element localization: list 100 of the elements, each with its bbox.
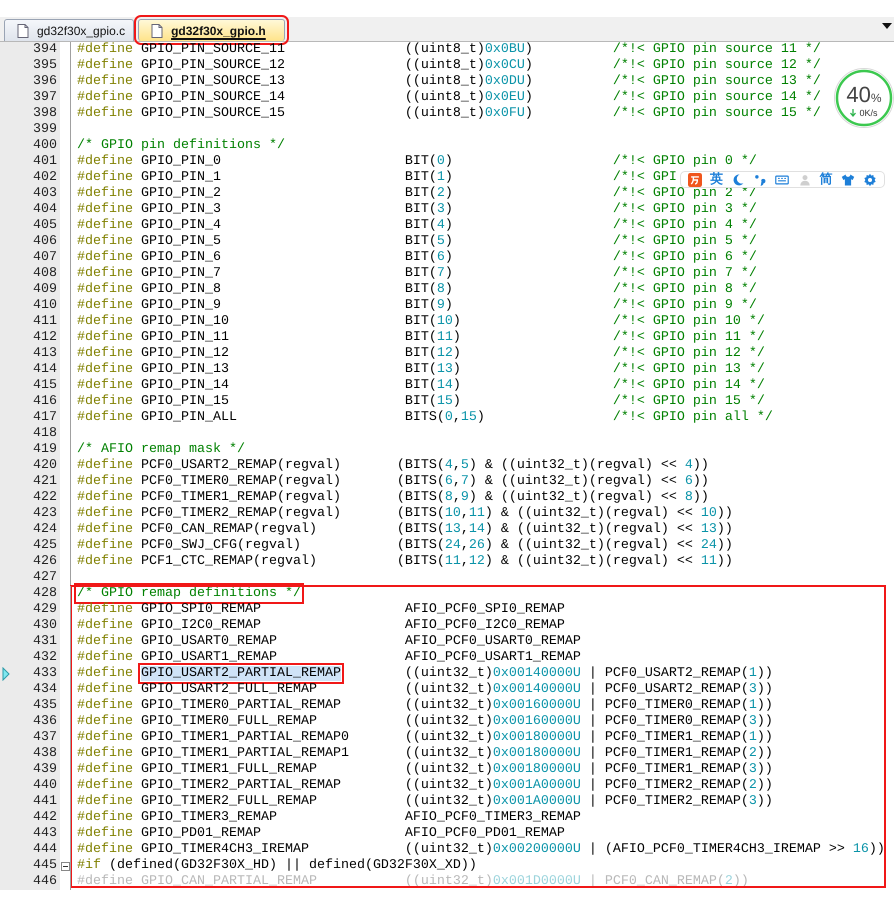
code-text: /*!< GPIO pin 9 */	[612, 298, 757, 314]
line-number: 425	[0, 538, 60, 554]
code-text: #define PCF0_TIMER2_REMAP(regval)	[77, 506, 342, 522]
code-text: #define GPIO_TIMER3_REMAP	[77, 810, 278, 826]
document-icon	[17, 24, 29, 38]
code-text: #define GPIO_TIMER2_FULL_REMAP	[77, 794, 318, 810]
code-text: (BITS(13,14) & ((uint32_t)(regval) << 13))	[396, 522, 733, 538]
line-number: 429	[0, 602, 60, 618]
code-text: #define PCF0_CAN_REMAP(regval)	[77, 522, 318, 538]
code-text: /*!< GPIO pin source 11 */	[612, 42, 821, 58]
code-text: #define GPIO_I2C0_REMAP	[77, 618, 262, 634]
code-text: BITS(0,15)	[404, 410, 486, 426]
shirt-icon[interactable]	[840, 172, 855, 186]
code-text: AFIO_PCF0_TIMER3_REMAP	[404, 810, 581, 826]
line-number: 400	[0, 138, 60, 154]
code-text: ((uint32_t)0x001A0000U | PCF0_TIMER2_REMAP(3))	[404, 794, 773, 810]
code-text: #define GPIO_TIMER1_PARTIAL_REMAP1	[77, 746, 350, 762]
line-number: 422	[0, 490, 60, 506]
collapse-icon[interactable]	[60, 862, 70, 870]
line-number: 394	[0, 42, 60, 58]
dropdown-icon[interactable]	[882, 23, 892, 29]
moon-icon[interactable]	[731, 172, 746, 186]
code-text: #define GPIO_PIN_15	[77, 394, 230, 410]
down-arrow-icon	[850, 109, 856, 117]
line-number: 443	[0, 826, 60, 842]
code-text: #define GPIO_USART2_FULL_REMAP	[77, 682, 318, 698]
code-text: BIT(15)	[404, 394, 462, 410]
settings-icon[interactable]	[862, 172, 877, 186]
code-text: ((uint32_t)0x00180000U | PCF0_TIMER1_REMAP(1))	[404, 730, 773, 746]
code-text: BIT(1)	[404, 170, 454, 186]
code-text: #define GPIO_SPI0_REMAP	[77, 602, 262, 618]
code-text: (BITS(4,5) & ((uint32_t)(regval) << 4))	[396, 458, 709, 474]
code-text: (BITS(24,26) & ((uint32_t)(regval) << 24))	[396, 538, 733, 554]
code-text: #define GPIO_PIN_9	[77, 298, 222, 314]
code-text: #define GPIO_PIN_11	[77, 330, 230, 346]
line-number: 421	[0, 474, 60, 490]
line-number: 433	[0, 666, 60, 682]
line-number: 399	[0, 122, 60, 138]
code-text: ((uint32_t)0x00140000U | PCF0_USART2_REMAP(1))	[404, 666, 773, 682]
ime-mode-button[interactable]: 简	[820, 172, 833, 187]
code-text: /*!< GPIO pin 7 */	[612, 266, 757, 282]
line-number: 403	[0, 186, 60, 202]
code-text: #define GPIO_PIN_SOURCE_15	[77, 106, 286, 122]
code-text: /*!< GPIO pin source 12 */	[612, 58, 821, 74]
code-text: ((uint32_t)0x001A0000U | PCF0_TIMER2_REMAP(2))	[404, 778, 773, 794]
code-text: #define GPIO_PIN_2	[77, 186, 222, 202]
line-number: 427	[0, 570, 60, 586]
code-text: /*!< GPIO pin 5 */	[612, 234, 757, 250]
code-text: #define GPIO_PIN_ALL	[77, 410, 238, 426]
line-number: 444	[0, 842, 60, 858]
line-number: 418	[0, 426, 60, 442]
line-number: 424	[0, 522, 60, 538]
code-text: ((uint8_t)0x0DU)	[404, 74, 534, 90]
code-text: #define GPIO_USART0_REMAP	[77, 634, 278, 650]
line-number: 411	[0, 314, 60, 330]
code-text: /* GPIO pin definitions */	[77, 138, 285, 154]
line-number: 436	[0, 714, 60, 730]
line-number: 410	[0, 298, 60, 314]
code-text: /*!< GPIO pin 13 */	[612, 362, 765, 378]
punctuation-icon[interactable]	[753, 172, 768, 186]
code-text: #define GPIO_TIMER0_PARTIAL_REMAP	[77, 698, 342, 714]
code-text: #define GPIO_TIMER1_PARTIAL_REMAP0	[77, 730, 350, 746]
code-text: #define	[77, 666, 133, 681]
code-text: /*!< GPIO pin 6 */	[612, 250, 757, 266]
code-text: (BITS(10,11) & ((uint32_t)(regval) << 10))	[396, 506, 733, 522]
line-number: 432	[0, 650, 60, 666]
line-number: 402	[0, 170, 60, 186]
logo-icon[interactable]	[688, 172, 702, 186]
code-text: /*!< GPIO pin source 15 */	[612, 106, 821, 122]
file-tab[interactable]: gd32f30x_gpio.c	[4, 19, 134, 41]
line-number: 397	[0, 90, 60, 106]
code-text: /*!< GPIO pin 15 */	[612, 394, 765, 410]
code-text: #define GPIO_PIN_14	[77, 378, 230, 394]
keyboard-icon[interactable]	[775, 172, 790, 186]
code-text: BIT(10)	[404, 314, 462, 330]
line-number: 428	[0, 586, 60, 602]
code-text: #define PCF0_TIMER0_REMAP(regval)	[77, 474, 342, 490]
code-text: #define PCF0_USART2_REMAP(regval)	[77, 458, 342, 474]
line-number: 440	[0, 778, 60, 794]
code-text: ((uint32_t)0x00200000U | (AFIO_PCF0_TIMER4CH3_IREMAP >> 16))	[404, 842, 885, 858]
code-text: /*!< GPIO pin 4 */	[612, 218, 757, 234]
code-text: BIT(13)	[404, 362, 462, 378]
code-text: ((uint8_t)0x0CU)	[404, 58, 534, 74]
line-number: 438	[0, 746, 60, 762]
ime-mode-button[interactable]: 英	[710, 172, 724, 187]
code-text: #define PCF0_TIMER1_REMAP(regval)	[77, 490, 342, 506]
line-number: 409	[0, 282, 60, 298]
code-text: BIT(8)	[404, 282, 454, 298]
line-number: 405	[0, 218, 60, 234]
code-text: BIT(3)	[404, 202, 454, 218]
code-text: #define GPIO_TIMER0_FULL_REMAP	[77, 714, 318, 730]
code-text: (BITS(8,9) & ((uint32_t)(regval) << 8))	[396, 490, 709, 506]
code-text: #if (defined(GD32F30X_HD) || defined(GD32F30X_XD))	[77, 858, 477, 874]
line-number: 395	[0, 58, 60, 74]
line-number: 446	[0, 874, 60, 890]
code-text: BIT(6)	[404, 250, 454, 266]
line-number: 434	[0, 682, 60, 698]
line-number: 417	[0, 410, 60, 426]
code-text: #define GPIO_PIN_6	[77, 250, 222, 266]
line-number: 445	[0, 858, 60, 874]
